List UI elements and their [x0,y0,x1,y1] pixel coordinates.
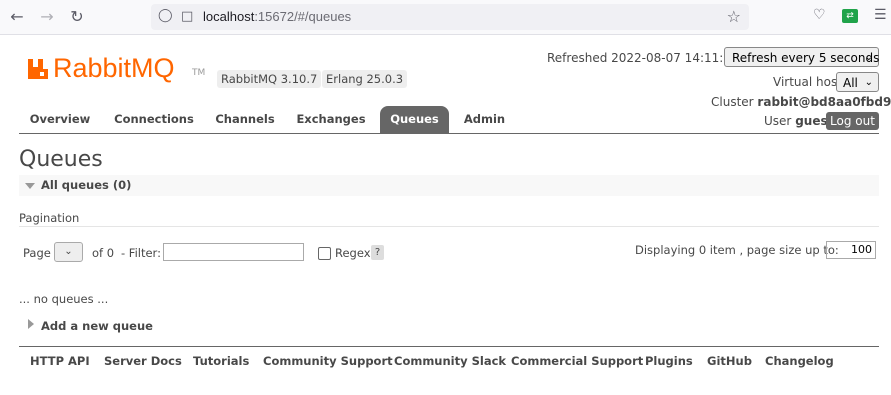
refresh-interval-value: Refresh every 5 seconds [732,51,880,65]
rabbitmq-version: RabbitMQ 3.10.7 [217,70,322,88]
virtual-host-value: All [843,76,858,90]
regex-help-button[interactable]: ? [371,245,384,260]
footer-divider [19,346,879,347]
url-text: localhost:15672/#/queues [203,9,352,24]
footer-link-http-api[interactable]: HTTP API [30,354,90,368]
displaying-text: Displaying 0 item , page size up to: [635,243,839,257]
shield-icon[interactable]: ◯ [158,8,173,23]
footer-link-commercial-support[interactable]: Commercial Support [511,354,643,368]
tab-channels[interactable]: Channels [208,106,282,133]
footer-link-tutorials[interactable]: Tutorials [193,354,249,368]
footer-link-server-docs[interactable]: Server Docs [104,354,182,368]
tab-admin[interactable]: Admin [456,106,513,133]
regex-checkbox[interactable] [318,247,331,260]
footer-link-changelog[interactable]: Changelog [765,354,834,368]
virtual-host-label: Virtual host [773,75,842,89]
filter-label: - Filter: [121,246,161,260]
main-tabs: Overview Connections Channels Exchanges … [19,106,879,134]
tab-queues[interactable]: Queues [380,106,449,133]
page-select[interactable]: ⌄ [54,242,83,262]
chevron-down-icon: ⌄ [64,246,73,257]
address-bar[interactable]: ◯ □ localhost:15672/#/queues ☆ [151,4,749,30]
chevron-down-icon: ⌄ [864,77,873,88]
browser-toolbar: ← → ↻ ◯ □ localhost:15672/#/queues ☆ ♡ ⇄… [0,0,891,35]
footer-link-github[interactable]: GitHub [707,354,752,368]
footer-link-plugins[interactable]: Plugins [645,354,693,368]
divider [19,226,879,227]
arrow-left-icon[interactable]: ← [6,6,28,28]
section-title: All queues (0) [41,178,132,192]
rabbit-logo-icon [28,59,48,79]
page-icon: □ [181,9,194,24]
chevron-down-icon: ⌄ [864,52,873,63]
tab-overview[interactable]: Overview [19,106,101,133]
erlang-version: Erlang 25.0.3 [322,70,408,88]
expand-triangle-icon [28,319,34,329]
menu-icon[interactable]: ☰ [874,7,887,23]
tab-connections[interactable]: Connections [109,106,199,133]
page-label: Page [23,246,51,260]
page-title: Queues [19,147,103,172]
add-queue-toggle[interactable]: Add a new queue [41,319,153,333]
virtual-host-select[interactable]: All ⌄ [836,72,879,92]
refresh-interval-select[interactable]: Refresh every 5 seconds ⌄ [724,47,879,67]
reload-icon[interactable]: ↻ [66,6,88,28]
pagination-label: Pagination [19,211,80,225]
collapse-triangle-icon [25,183,35,189]
page-count: of 0 [92,246,115,260]
tab-exchanges[interactable]: Exchanges [291,106,371,133]
refreshed-timestamp: Refreshed 2022-08-07 14:11:25 [547,51,739,65]
arrow-right-icon[interactable]: → [36,6,58,28]
trademark: TM [192,68,206,78]
regex-label: Regex [335,246,371,260]
page-size-input[interactable]: 100 [826,241,876,259]
bookmark-star-icon[interactable]: ☆ [727,7,741,26]
filter-input[interactable] [163,243,304,261]
no-queues-message: ... no queues ... [19,292,109,306]
pocket-icon[interactable]: ♡ [813,7,826,23]
extension-icon[interactable]: ⇄ [842,9,858,23]
all-queues-section-toggle[interactable]: All queues (0) [19,175,879,196]
brand-name: RabbitMQ [53,53,175,83]
footer-link-community-slack[interactable]: Community Slack [394,354,506,368]
footer-link-community-support[interactable]: Community Support [263,354,393,368]
